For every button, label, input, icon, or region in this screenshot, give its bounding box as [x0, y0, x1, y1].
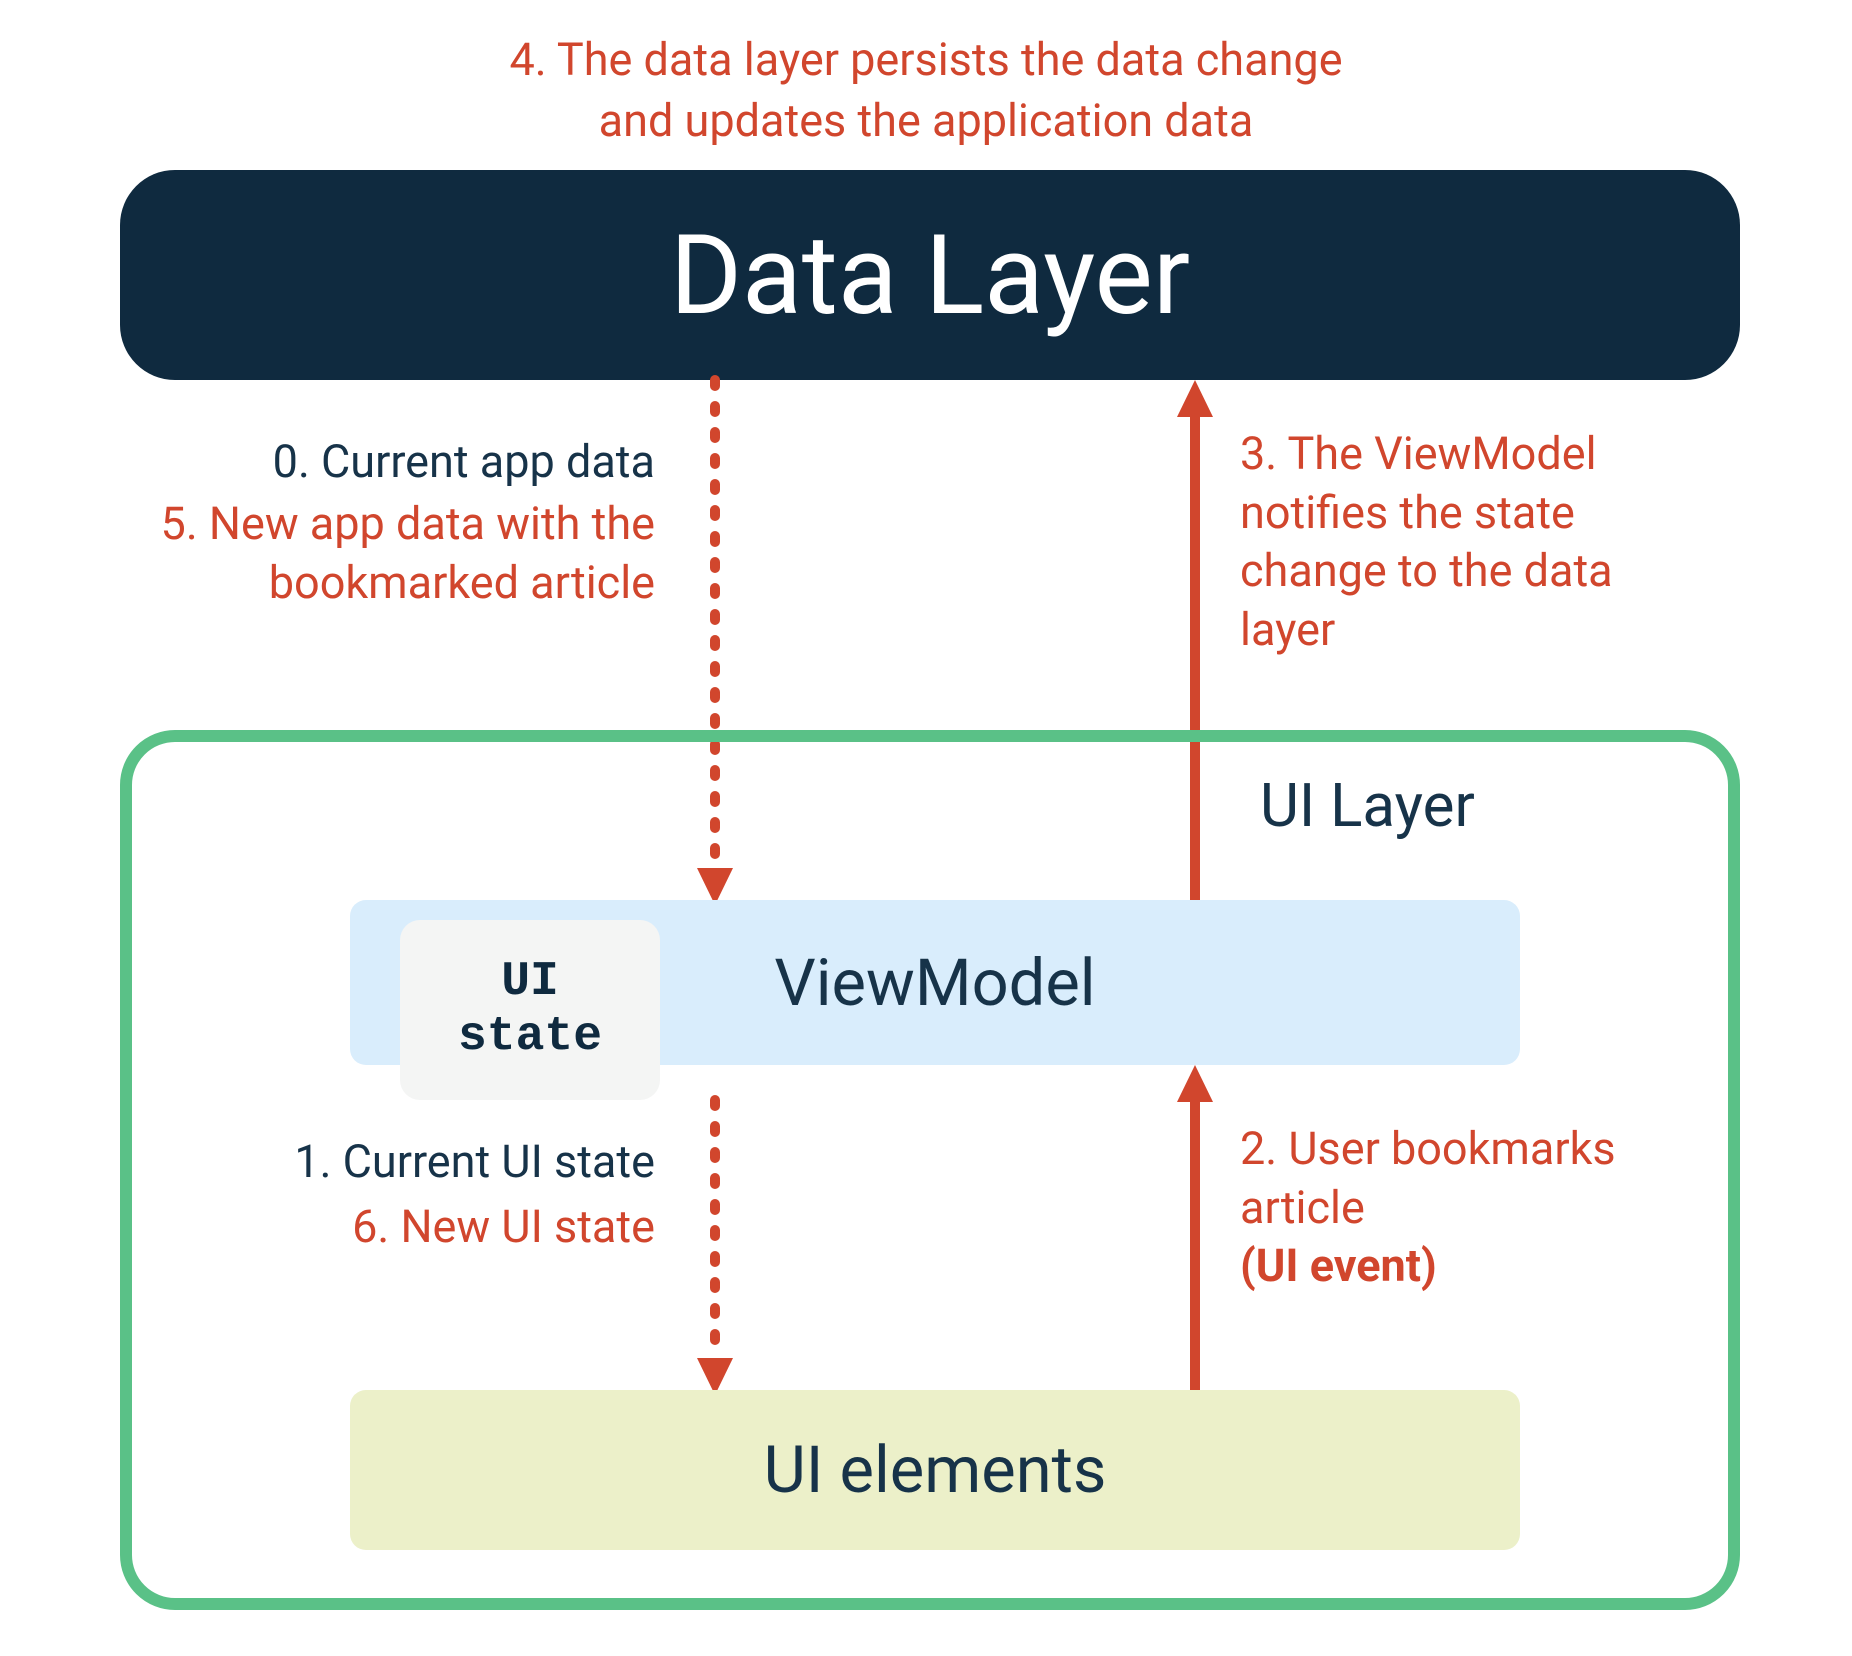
- label-2-user-bookmarks: 2. User bookmarks article (UI event): [1240, 1120, 1670, 1296]
- label-2-text: 2. User bookmarks article: [1240, 1122, 1616, 1234]
- ui-elements-box: UI elements: [350, 1390, 1520, 1550]
- ui-elements-label: UI elements: [764, 1432, 1107, 1508]
- label-6-new-ui-state: 6. New UI state: [165, 1200, 655, 1253]
- ui-state-box: UI state: [400, 920, 660, 1100]
- ui-layer-label: UI Layer: [1260, 770, 1475, 841]
- label-1-current-ui-state: 1. Current UI state: [165, 1135, 655, 1188]
- arrow-uielements-to-viewmodel: [1175, 1065, 1215, 1395]
- data-layer-label: Data Layer: [670, 211, 1190, 340]
- label-2-bold: (UI event): [1240, 1239, 1437, 1292]
- top-caption: 4. The data layer persists the data chan…: [0, 30, 1852, 152]
- data-layer-box: Data Layer: [120, 170, 1740, 380]
- viewmodel-label: ViewModel: [774, 945, 1095, 1021]
- arrow-viewmodel-to-uielements: [695, 1100, 735, 1395]
- label-3-viewmodel-notifies: 3. The ViewModel notifies the state chan…: [1240, 425, 1710, 659]
- label-5-new-app-data: 5. New app data with the bookmarked arti…: [35, 495, 655, 612]
- label-0-current-app-data: 0. Current app data: [135, 435, 655, 488]
